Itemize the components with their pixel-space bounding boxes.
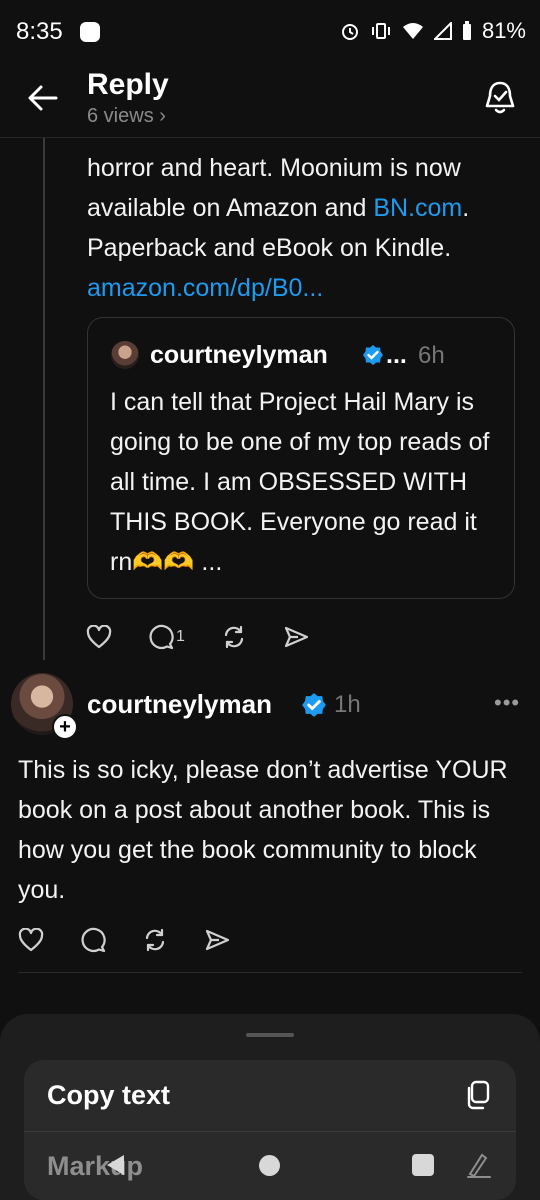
post-divider: [18, 972, 522, 973]
repost-icon: [145, 928, 165, 952]
battery-icon: [462, 21, 471, 40]
like-button[interactable]: [18, 928, 44, 952]
copy-icon[interactable]: [464, 1080, 492, 1110]
back-arrow-icon[interactable]: [26, 84, 60, 112]
signal-icon: [433, 22, 452, 40]
page-title: Reply: [87, 68, 169, 101]
battery-level: 81%: [481, 18, 526, 43]
verified-badge-icon: [302, 693, 326, 717]
share-icon: [284, 626, 309, 648]
thread-line: [43, 138, 45, 660]
quote-username[interactable]: courtneylyman: [150, 341, 328, 370]
status-time: 8:35: [16, 18, 63, 45]
comment-icon: [81, 927, 106, 953]
views-link[interactable]: 6 views ›: [87, 105, 166, 128]
nav-recents-icon[interactable]: [412, 1154, 434, 1176]
repost-button[interactable]: [142, 927, 168, 953]
nav-home-icon[interactable]: [259, 1155, 280, 1176]
parent-post-actions: 1: [86, 624, 345, 650]
quote-timestamp: 6h: [418, 342, 445, 369]
vibrate-icon: [371, 23, 390, 39]
header-divider: [0, 137, 540, 138]
amazon-link[interactable]: amazon.com/dp/B0...: [87, 268, 527, 308]
parent-post-text: horror and heart. Moonium is now availab…: [87, 148, 527, 308]
verified-badge-icon: [363, 345, 383, 365]
reply-text: This is so icky, please don’t advertise …: [18, 756, 508, 904]
repost-icon: [224, 625, 244, 649]
bn-link[interactable]: BN.com: [373, 194, 462, 222]
alarm-icon: [341, 24, 358, 40]
share-button[interactable]: [204, 928, 230, 952]
notification-bell-icon[interactable]: [484, 80, 516, 116]
sheet-separator: [24, 1131, 516, 1132]
copy-text-button[interactable]: Copy text: [47, 1080, 170, 1111]
reply-timestamp: 1h: [334, 691, 361, 718]
quote-username-ellipsis: ...: [386, 341, 407, 369]
repost-button[interactable]: [221, 624, 247, 650]
follow-plus-icon[interactable]: +: [52, 714, 78, 740]
reply-count: 1: [176, 628, 185, 645]
share-icon: [205, 929, 230, 951]
sheet-drag-handle[interactable]: [246, 1033, 294, 1037]
markup-button[interactable]: Markup: [47, 1151, 143, 1182]
reply-button[interactable]: 1: [148, 624, 185, 650]
heart-icon: [18, 928, 44, 952]
quote-avatar[interactable]: [111, 341, 139, 369]
wifi-icon: [402, 23, 423, 39]
comment-icon: [149, 624, 174, 650]
heart-icon: [86, 625, 112, 649]
reply-post-actions: [18, 927, 266, 953]
quote-text: I can tell that Project Hail Mary is goi…: [110, 388, 490, 576]
reply-username[interactable]: courtneylyman: [87, 689, 272, 720]
markup-pen-icon[interactable]: [464, 1150, 494, 1180]
like-button[interactable]: [86, 625, 112, 649]
reply-button[interactable]: [80, 927, 106, 953]
status-icons: 81%: [340, 18, 526, 44]
share-button[interactable]: [283, 625, 309, 649]
nav-back-icon[interactable]: [104, 1153, 126, 1177]
more-options-button[interactable]: •••: [494, 690, 520, 716]
notification-icon: [80, 22, 100, 42]
